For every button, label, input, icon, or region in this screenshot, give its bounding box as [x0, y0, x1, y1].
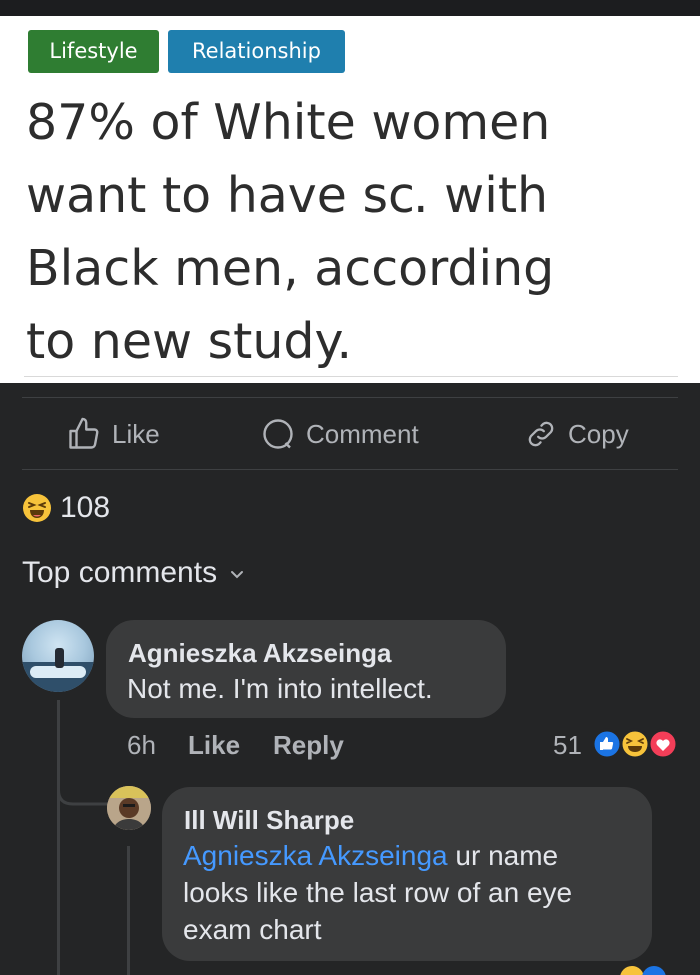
comment-timestamp[interactable]: 6h	[127, 730, 156, 762]
top-bar	[0, 0, 700, 16]
article-headline: 87% of White women want to have sc. with…	[26, 86, 686, 378]
comment-like-button[interactable]: Like	[188, 730, 240, 762]
comment-author[interactable]: Agnieszka Akzseinga	[128, 638, 391, 669]
divider-top	[22, 397, 678, 398]
tag-relationship: Relationship	[168, 30, 345, 73]
copy-button[interactable]: Copy	[524, 412, 629, 456]
shared-article-image[interactable]: Lifestyle Relationship 87% of White wome…	[0, 16, 700, 383]
reply-avatar-portrait	[107, 786, 151, 830]
thread-line	[57, 700, 60, 975]
reply-bubble[interactable]: Ill Will Sharpe Agnieszka Akzseinga ur n…	[162, 787, 652, 961]
reply-author[interactable]: Ill Will Sharpe	[184, 805, 354, 836]
comment-icon	[263, 419, 293, 449]
headline-line-4: to new study.	[26, 313, 353, 370]
reply-text: Agnieszka Akzseinga ur name looks like t…	[183, 837, 643, 948]
headline-line-1: 87% of White women	[26, 94, 551, 151]
like-button[interactable]: Like	[66, 412, 160, 456]
chevron-down-icon	[231, 571, 244, 579]
copy-button-label: Copy	[568, 418, 629, 449]
comment-text: Not me. I'm into intellect.	[127, 673, 433, 704]
thumbs-up-icon	[69, 417, 99, 449]
article-divider	[24, 376, 678, 377]
comment-button[interactable]: Comment	[260, 412, 419, 456]
like-reaction-icon	[591, 728, 623, 760]
reply-thread-line	[127, 846, 130, 975]
reactions-summary[interactable]: 108	[22, 488, 110, 528]
haha-reaction-icon	[619, 728, 651, 760]
divider-bottom	[22, 469, 678, 470]
like-button-label: Like	[112, 418, 160, 449]
reply-avatar[interactable]	[107, 786, 151, 830]
thread-connector	[57, 770, 109, 806]
comment-bubble[interactable]: Agnieszka Akzseinga Not me. I'm into int…	[106, 620, 506, 718]
reply-text-line-1: ur name	[447, 840, 559, 871]
mention-link[interactable]: Agnieszka Akzseinga	[183, 840, 448, 871]
comments-filter-label: Top comments	[22, 556, 218, 589]
love-reaction-icon	[647, 728, 679, 760]
comment-reactions[interactable]	[590, 727, 682, 761]
link-icon	[528, 421, 554, 447]
avatar[interactable]	[22, 620, 94, 692]
reply-text-line-3: exam chart	[183, 914, 322, 945]
haha-reaction-icon	[23, 494, 51, 522]
reply-text-line-2: looks like the last row of an eye	[183, 877, 573, 908]
headline-line-2: want to have sc. with	[26, 167, 549, 224]
comment-reaction-count[interactable]: 51	[553, 730, 582, 761]
avatar-figure	[55, 648, 64, 668]
partial-reactions	[620, 966, 666, 975]
comment-button-label: Comment	[306, 418, 419, 449]
comment-reply-button[interactable]: Reply	[273, 730, 344, 762]
tag-lifestyle: Lifestyle	[28, 30, 159, 73]
reaction-count: 108	[60, 491, 111, 524]
comments-filter[interactable]: Top comments	[22, 556, 245, 590]
headline-line-3: Black men, according	[26, 240, 555, 297]
